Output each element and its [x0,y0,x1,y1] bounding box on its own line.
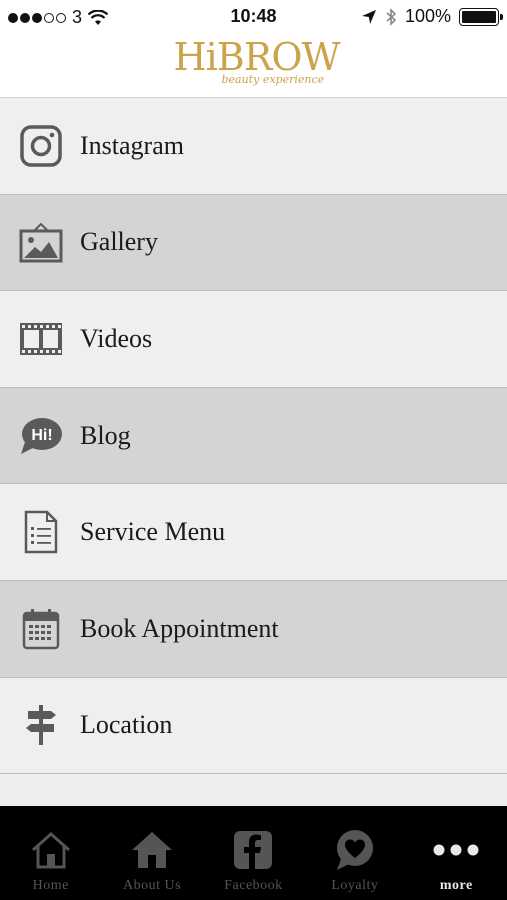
heart-bubble-icon [333,828,377,872]
tab-about-us[interactable]: About Us [102,806,203,894]
menu-item-instagram[interactable]: Instagram [0,98,507,195]
menu-item-label: Location [80,710,173,740]
signpost-icon [19,703,63,747]
facebook-icon [233,828,273,872]
battery-percent: 100% [404,6,451,26]
menu-item-label: Book Appointment [80,613,279,643]
hibrow-logo: HiBROW beauty experience [173,34,341,95]
bottom-tab-bar: Home About Us Facebook Loyalty more [0,806,507,900]
film-strip-icon [19,317,63,361]
speech-bubble-hi-icon: Hi! [19,414,63,458]
tab-label: Facebook [224,878,283,893]
menu-item-location[interactable]: Location [0,677,507,775]
location-arrow-icon [361,9,376,24]
menu-item-book-appointment[interactable]: Book Appointment [0,580,507,678]
logo-tagline: beauty experience [221,72,325,86]
status-right: 100% [361,6,503,27]
menu-item-label: Videos [80,323,153,353]
menu-item-label: Gallery [80,227,158,257]
app-header: HiBROW beauty experience [0,34,507,98]
menu-item-service-menu[interactable]: Service Menu [0,484,507,581]
menu-item-blog[interactable]: Hi! Blog [0,387,507,485]
tab-more[interactable]: more [406,806,507,894]
menu-item-gallery[interactable]: Gallery [0,194,507,292]
tab-label: Loyalty [331,878,379,893]
logo-wordmark: HiBROW [173,34,341,79]
home-icon [130,828,174,872]
bluetooth-icon [386,7,397,26]
home-outline-icon [29,828,73,872]
gallery-icon [19,220,63,264]
more-menu-list: Instagram Gallery Videos Hi! Blog Servic… [0,98,507,775]
tab-label: more [439,878,473,893]
instagram-icon [19,124,63,168]
tab-facebook[interactable]: Facebook [203,806,304,894]
menu-item-label: Blog [80,420,131,450]
battery-level [462,10,496,23]
calendar-icon [19,607,63,651]
tab-home[interactable]: Home [0,806,101,894]
tab-label: Home [32,878,69,893]
speech-bubble-text: Hi! [31,427,52,444]
menu-item-label: Service Menu [80,517,226,547]
menu-item-videos[interactable]: Videos [0,291,507,388]
document-list-icon [19,510,63,554]
tab-label: About Us [123,878,182,893]
status-bar: 3 10:48 100% [0,0,507,34]
menu-item-label: Instagram [80,130,184,160]
more-dots-icon [432,828,480,872]
battery-icon [459,7,503,26]
tab-loyalty[interactable]: Loyalty [304,806,405,894]
